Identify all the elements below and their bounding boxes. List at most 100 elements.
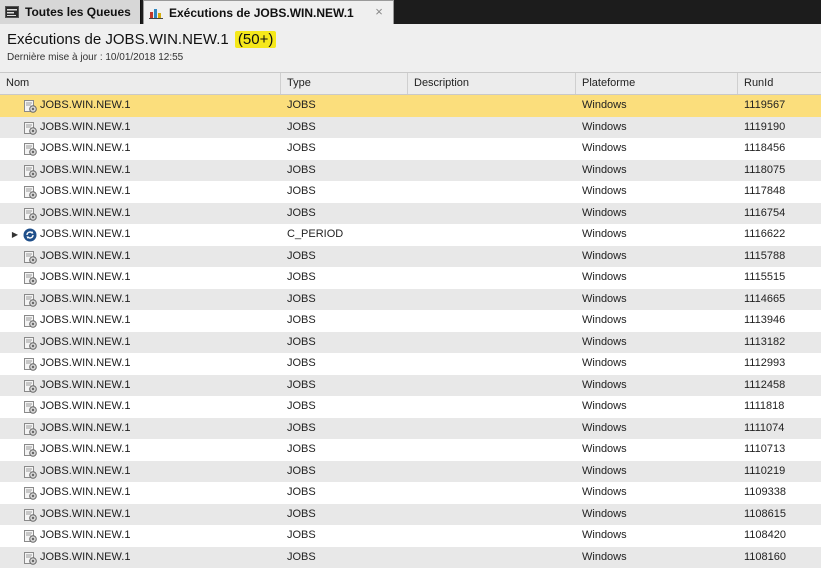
cell-type: JOBS	[287, 99, 316, 111]
table-row[interactable]: JOBS.WIN.NEW.1 JOBS Windows 1113182	[0, 331, 821, 354]
period-icon	[23, 228, 37, 242]
table-row[interactable]: JOBS.WIN.NEW.1 JOBS Windows 1118075	[0, 159, 821, 182]
cell-runid: 1113182	[744, 335, 786, 348]
job-icon	[23, 508, 37, 522]
table-row[interactable]: JOBS.WIN.NEW.1 JOBS Windows 1111074	[0, 417, 821, 440]
cell-platform: Windows	[582, 292, 627, 305]
table-row[interactable]: JOBS.WIN.NEW.1 JOBS Windows 1117848	[0, 181, 821, 203]
table-row[interactable]: JOBS.WIN.NEW.1 JOBS Windows 1111818	[0, 396, 821, 418]
table-row[interactable]: JOBS.WIN.NEW.1 JOBS Windows 1110713	[0, 439, 821, 461]
cell-type: JOBS	[287, 400, 316, 412]
cell-platform: Windows	[582, 464, 627, 477]
cell-type: JOBS	[287, 443, 316, 455]
column-header-type[interactable]: Type	[281, 73, 408, 94]
table-row[interactable]: JOBS.WIN.NEW.1 JOBS Windows 1116754	[0, 202, 821, 224]
cell-runid: 1114665	[744, 292, 786, 305]
cell-name: JOBS.WIN.NEW.1	[23, 461, 131, 483]
job-icon	[23, 99, 37, 113]
row-name-label: JOBS.WIN.NEW.1	[40, 271, 131, 283]
row-name-label: JOBS.WIN.NEW.1	[40, 228, 131, 240]
job-icon	[23, 336, 37, 350]
table-row[interactable]: JOBS.WIN.NEW.1 JOBS Windows 1119567	[0, 95, 821, 117]
cell-type: JOBS	[287, 120, 316, 133]
table-row[interactable]: JOBS.WIN.NEW.1 JOBS Windows 1118456	[0, 138, 821, 160]
cell-type: JOBS	[287, 249, 316, 262]
job-icon	[23, 551, 37, 565]
cell-platform: Windows	[582, 529, 627, 541]
cell-runid: 1111818	[744, 400, 785, 412]
cell-name: JOBS.WIN.NEW.1	[24, 117, 131, 139]
cell-type: JOBS	[287, 421, 316, 434]
table-row[interactable]: JOBS.WIN.NEW.1 JOBS Windows 1112458	[0, 374, 821, 396]
cell-name: JOBS.WIN.NEW.1	[23, 418, 130, 440]
row-name-label: JOBS.WIN.NEW.1	[40, 443, 131, 455]
table-row[interactable]: JOBS.WIN.NEW.1 JOBS Windows 1108420	[0, 525, 821, 547]
table-row[interactable]: ▶ JOBS.WIN.NEW.1 C_PERIOD Windows 1116622	[0, 224, 821, 246]
cell-runid: 1119190	[744, 120, 786, 133]
column-header-description[interactable]: Description	[408, 73, 576, 94]
cell-platform: Windows	[582, 443, 627, 455]
job-icon	[23, 465, 37, 479]
job-icon	[23, 443, 37, 457]
cell-type: C_PERIOD	[287, 228, 344, 240]
cell-runid: 1118075	[744, 163, 786, 176]
column-header-runid[interactable]: RunId	[738, 73, 821, 94]
row-name-label: JOBS.WIN.NEW.1	[40, 314, 131, 326]
job-icon	[23, 486, 37, 500]
table-row[interactable]: JOBS.WIN.NEW.1 JOBS Windows 1108160	[0, 546, 821, 568]
cell-name: JOBS.WIN.NEW.1	[23, 246, 130, 268]
row-name-label: JOBS.WIN.NEW.1	[40, 550, 131, 563]
table-row[interactable]: JOBS.WIN.NEW.1 JOBS Windows 1112993	[0, 353, 821, 375]
row-name-label: JOBS.WIN.NEW.1	[40, 507, 131, 520]
cell-type: JOBS	[287, 378, 316, 391]
page-title: Exécutions de JOBS.WIN.NEW.1 (50+)	[7, 31, 277, 48]
cell-platform: Windows	[582, 99, 627, 111]
table-row[interactable]: JOBS.WIN.NEW.1 JOBS Windows 1115515	[0, 267, 821, 289]
job-icon	[23, 422, 37, 436]
row-name-label: JOBS.WIN.NEW.1	[40, 99, 131, 111]
row-name-label: JOBS.WIN.NEW.1	[40, 400, 131, 412]
tab-executions-label: Exécutions de JOBS.WIN.NEW.1	[169, 5, 354, 20]
cell-platform: Windows	[582, 400, 627, 412]
table-row[interactable]: JOBS.WIN.NEW.1 JOBS Windows 1115788	[0, 245, 821, 268]
cell-platform: Windows	[582, 206, 627, 219]
cell-platform: Windows	[582, 249, 627, 262]
cell-type: JOBS	[287, 486, 316, 498]
row-name-label: JOBS.WIN.NEW.1	[40, 292, 131, 305]
cell-name: JOBS.WIN.NEW.1	[24, 310, 131, 332]
table-row[interactable]: JOBS.WIN.NEW.1 JOBS Windows 1109338	[0, 482, 821, 504]
cell-type: JOBS	[287, 335, 316, 348]
row-name-label: JOBS.WIN.NEW.1	[40, 120, 131, 133]
result-count-badge: (50+)	[234, 31, 277, 48]
table-row[interactable]: JOBS.WIN.NEW.1 JOBS Windows 1108615	[0, 503, 821, 525]
column-header-platform[interactable]: Plateforme	[576, 73, 738, 94]
cell-runid: 1115515	[744, 271, 786, 283]
cell-runid: 1115788	[744, 249, 786, 262]
cell-type: JOBS	[287, 550, 316, 563]
expand-arrow-icon[interactable]: ▶	[10, 224, 20, 246]
cell-runid: 1116754	[744, 206, 786, 219]
table-row[interactable]: JOBS.WIN.NEW.1 JOBS Windows 1110219	[0, 460, 821, 483]
row-name-label: JOBS.WIN.NEW.1	[40, 486, 131, 498]
tab-executions[interactable]: Exécutions de JOBS.WIN.NEW.1 ×	[143, 0, 394, 24]
job-icon	[23, 250, 37, 264]
row-name-label: JOBS.WIN.NEW.1	[40, 335, 131, 348]
tab-all-queues[interactable]: Toutes les Queues	[0, 0, 141, 24]
table-row[interactable]: JOBS.WIN.NEW.1 JOBS Windows 1114665	[0, 288, 821, 311]
close-icon[interactable]: ×	[372, 5, 386, 19]
table-row[interactable]: JOBS.WIN.NEW.1 JOBS Windows 1113946	[0, 310, 821, 332]
row-name-label: JOBS.WIN.NEW.1	[40, 464, 131, 477]
row-name-label: JOBS.WIN.NEW.1	[40, 378, 131, 391]
cell-name: JOBS.WIN.NEW.1	[23, 332, 131, 354]
cell-platform: Windows	[582, 120, 627, 133]
cell-type: JOBS	[287, 464, 316, 477]
cell-type: JOBS	[287, 357, 316, 369]
cell-type: JOBS	[287, 507, 316, 520]
cell-name: JOBS.WIN.NEW.1	[23, 439, 131, 461]
cell-name: JOBS.WIN.NEW.1	[24, 160, 130, 182]
table-row[interactable]: JOBS.WIN.NEW.1 JOBS Windows 1119190	[0, 116, 821, 139]
bar-chart-icon	[149, 7, 163, 19]
column-header-name[interactable]: Nom	[0, 73, 281, 94]
job-icon	[23, 271, 37, 285]
cell-name: JOBS.WIN.NEW.1	[24, 289, 131, 311]
